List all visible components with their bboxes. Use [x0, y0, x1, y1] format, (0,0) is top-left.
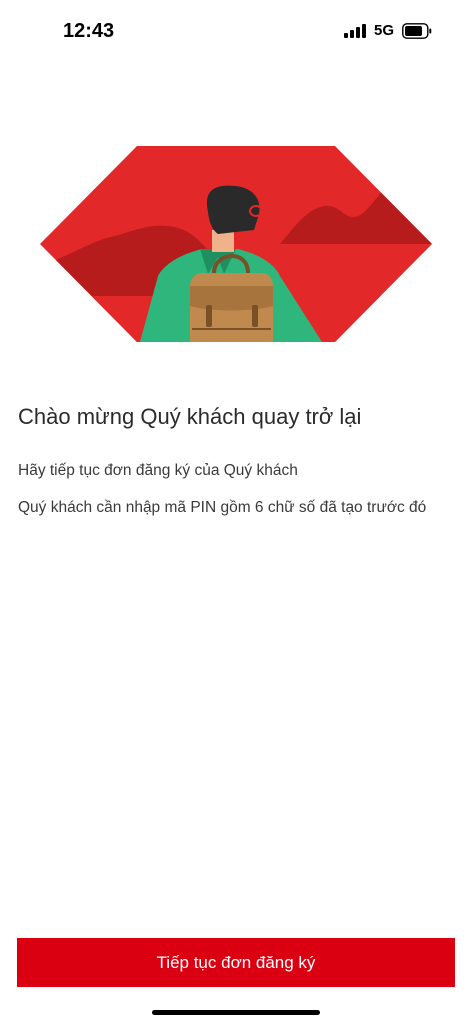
continue-application-button[interactable]: Tiếp tục đơn đăng ký [17, 938, 455, 987]
network-type: 5G [373, 22, 394, 39]
status-time: 12:43 [63, 20, 115, 42]
continue-application-text: Hãy tiếp tục đơn đăng ký của Quý khách [18, 462, 298, 479]
status-indicators: 5G [343, 22, 432, 39]
battery-icon [402, 22, 432, 39]
welcome-title: Chào mừng Quý khách quay trở lại [18, 404, 362, 429]
signal-icon [343, 23, 366, 38]
welcome-illustration [40, 146, 432, 342]
hair [206, 185, 260, 234]
status-bar: 12:43 5G [0, 0, 472, 60]
home-indicator[interactable] [152, 1010, 320, 1015]
pin-instruction-text: Quý khách cần nhập mã PIN gồm 6 chữ số đ… [18, 499, 427, 516]
